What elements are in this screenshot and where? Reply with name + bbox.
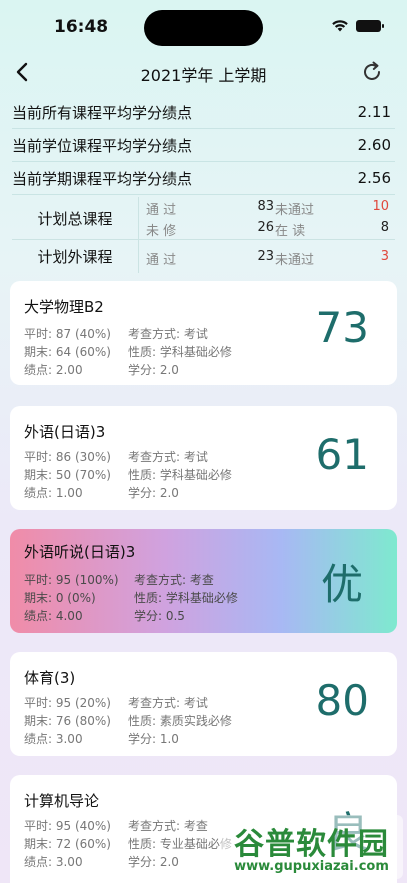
course-credit: 学分: 2.0 <box>128 855 179 869</box>
course-name: 体育(3) <box>24 669 76 687</box>
exam-type: 考查方式: 考试 <box>128 327 208 341</box>
exam-type: 考查方式: 考试 <box>128 696 208 710</box>
failed-label: 未通过 <box>275 203 315 218</box>
course-credit: 学分: 1.0 <box>128 732 179 746</box>
course-card[interactable]: 体育(3) 平时: 95 (20%) 期末: 76 (80%) 绩点: 3.00… <box>10 652 397 756</box>
divider <box>138 197 139 273</box>
studying-count: 8 <box>380 220 389 235</box>
final-score: 期末: 50 (70%) <box>24 468 111 482</box>
failed-count: 3 <box>380 249 389 264</box>
course-name: 外语听说(日语)3 <box>24 543 136 561</box>
course-name: 大学物理B2 <box>24 298 104 316</box>
gpa-value: 2.56 <box>357 169 391 187</box>
final-score: 期末: 0 (0%) <box>24 591 96 605</box>
passed-label: 通 过 <box>146 253 177 268</box>
gpa-row-degree: 当前学位课程平均学分绩点 2.60 <box>12 129 395 162</box>
grade-point: 绩点: 3.00 <box>24 732 83 746</box>
dynamic-island <box>144 10 263 46</box>
regular-score: 平时: 95 (20%) <box>24 696 111 710</box>
planned-courses-label: 计划总课程 <box>37 209 113 228</box>
gpa-value: 2.11 <box>357 103 391 121</box>
battery-icon <box>356 19 384 32</box>
gpa-row-term: 当前学期课程平均学分绩点 2.56 <box>12 162 395 195</box>
page-title: 2021学年 上学期 <box>140 66 267 85</box>
course-credit: 学分: 2.0 <box>128 486 179 500</box>
gpa-label: 当前所有课程平均学分绩点 <box>12 103 193 122</box>
unstudied-label: 未 修 <box>146 224 177 239</box>
course-stats: 计划总课程 通 过 83 未通过 10 未 修 26 在 读 8 计划外课程 通… <box>12 197 395 273</box>
failed-label: 未通过 <box>275 253 315 268</box>
failed-count: 10 <box>372 199 389 214</box>
course-score: 优 <box>320 560 363 609</box>
watermark: 谷普软件园 www.gupuxiazai.com <box>220 815 403 879</box>
wifi-icon <box>332 20 348 32</box>
watermark-url: www.gupuxiazai.com <box>234 859 389 874</box>
course-card[interactable]: 大学物理B2 平时: 87 (40%) 期末: 64 (60%) 绩点: 2.0… <box>10 281 397 385</box>
refresh-icon[interactable] <box>361 60 383 84</box>
status-time: 16:48 <box>54 17 109 37</box>
course-nature: 性质: 学科基础必修 <box>128 468 232 482</box>
course-card[interactable]: 外语听说(日语)3 平时: 95 (100%) 期末: 0 (0%) 绩点: 4… <box>10 529 397 633</box>
regular-score: 平时: 95 (40%) <box>24 819 111 833</box>
exam-type: 考查方式: 考试 <box>128 450 208 464</box>
course-credit: 学分: 0.5 <box>134 609 185 623</box>
exam-type: 考查方式: 考查 <box>128 819 208 833</box>
course-nature: 性质: 素质实践必修 <box>128 714 232 728</box>
grade-point: 绩点: 3.00 <box>24 855 83 869</box>
course-nature: 性质: 学科基础必修 <box>128 345 232 359</box>
course-name: 计算机导论 <box>24 792 100 810</box>
status-bar: 16:48 <box>0 0 407 52</box>
passed-count: 23 <box>257 249 274 264</box>
course-name: 外语(日语)3 <box>24 423 106 441</box>
course-nature: 性质: 专业基础必修 <box>128 837 232 851</box>
grade-point: 绩点: 2.00 <box>24 363 83 377</box>
nav-bar: 2021学年 上学期 <box>0 56 407 90</box>
studying-label: 在 读 <box>275 224 306 239</box>
course-credit: 学分: 2.0 <box>128 363 179 377</box>
final-score: 期末: 64 (60%) <box>24 345 111 359</box>
regular-score: 平时: 86 (30%) <box>24 450 111 464</box>
final-score: 期末: 76 (80%) <box>24 714 111 728</box>
course-score: 80 <box>315 676 369 725</box>
gpa-row-all: 当前所有课程平均学分绩点 2.11 <box>12 96 395 129</box>
course-score: 73 <box>315 303 369 352</box>
passed-label: 通 过 <box>146 203 177 218</box>
unstudied-count: 26 <box>257 220 274 235</box>
gpa-label: 当前学位课程平均学分绩点 <box>12 136 193 155</box>
extra-courses-label: 计划外课程 <box>37 248 113 266</box>
grade-point: 绩点: 4.00 <box>24 609 83 623</box>
course-score: 61 <box>315 430 369 479</box>
regular-score: 平时: 95 (100%) <box>24 573 119 587</box>
regular-score: 平时: 87 (40%) <box>24 327 111 341</box>
gpa-value: 2.60 <box>357 136 391 154</box>
exam-type: 考查方式: 考查 <box>134 573 214 587</box>
passed-count: 83 <box>257 199 274 214</box>
grade-point: 绩点: 1.00 <box>24 486 83 500</box>
course-card[interactable]: 外语(日语)3 平时: 86 (30%) 期末: 50 (70%) 绩点: 1.… <box>10 406 397 510</box>
gpa-label: 当前学期课程平均学分绩点 <box>12 169 193 188</box>
final-score: 期末: 72 (60%) <box>24 837 111 851</box>
watermark-title: 谷普软件园 <box>234 827 389 862</box>
course-nature: 性质: 学科基础必修 <box>134 591 238 605</box>
status-icons <box>331 19 384 32</box>
